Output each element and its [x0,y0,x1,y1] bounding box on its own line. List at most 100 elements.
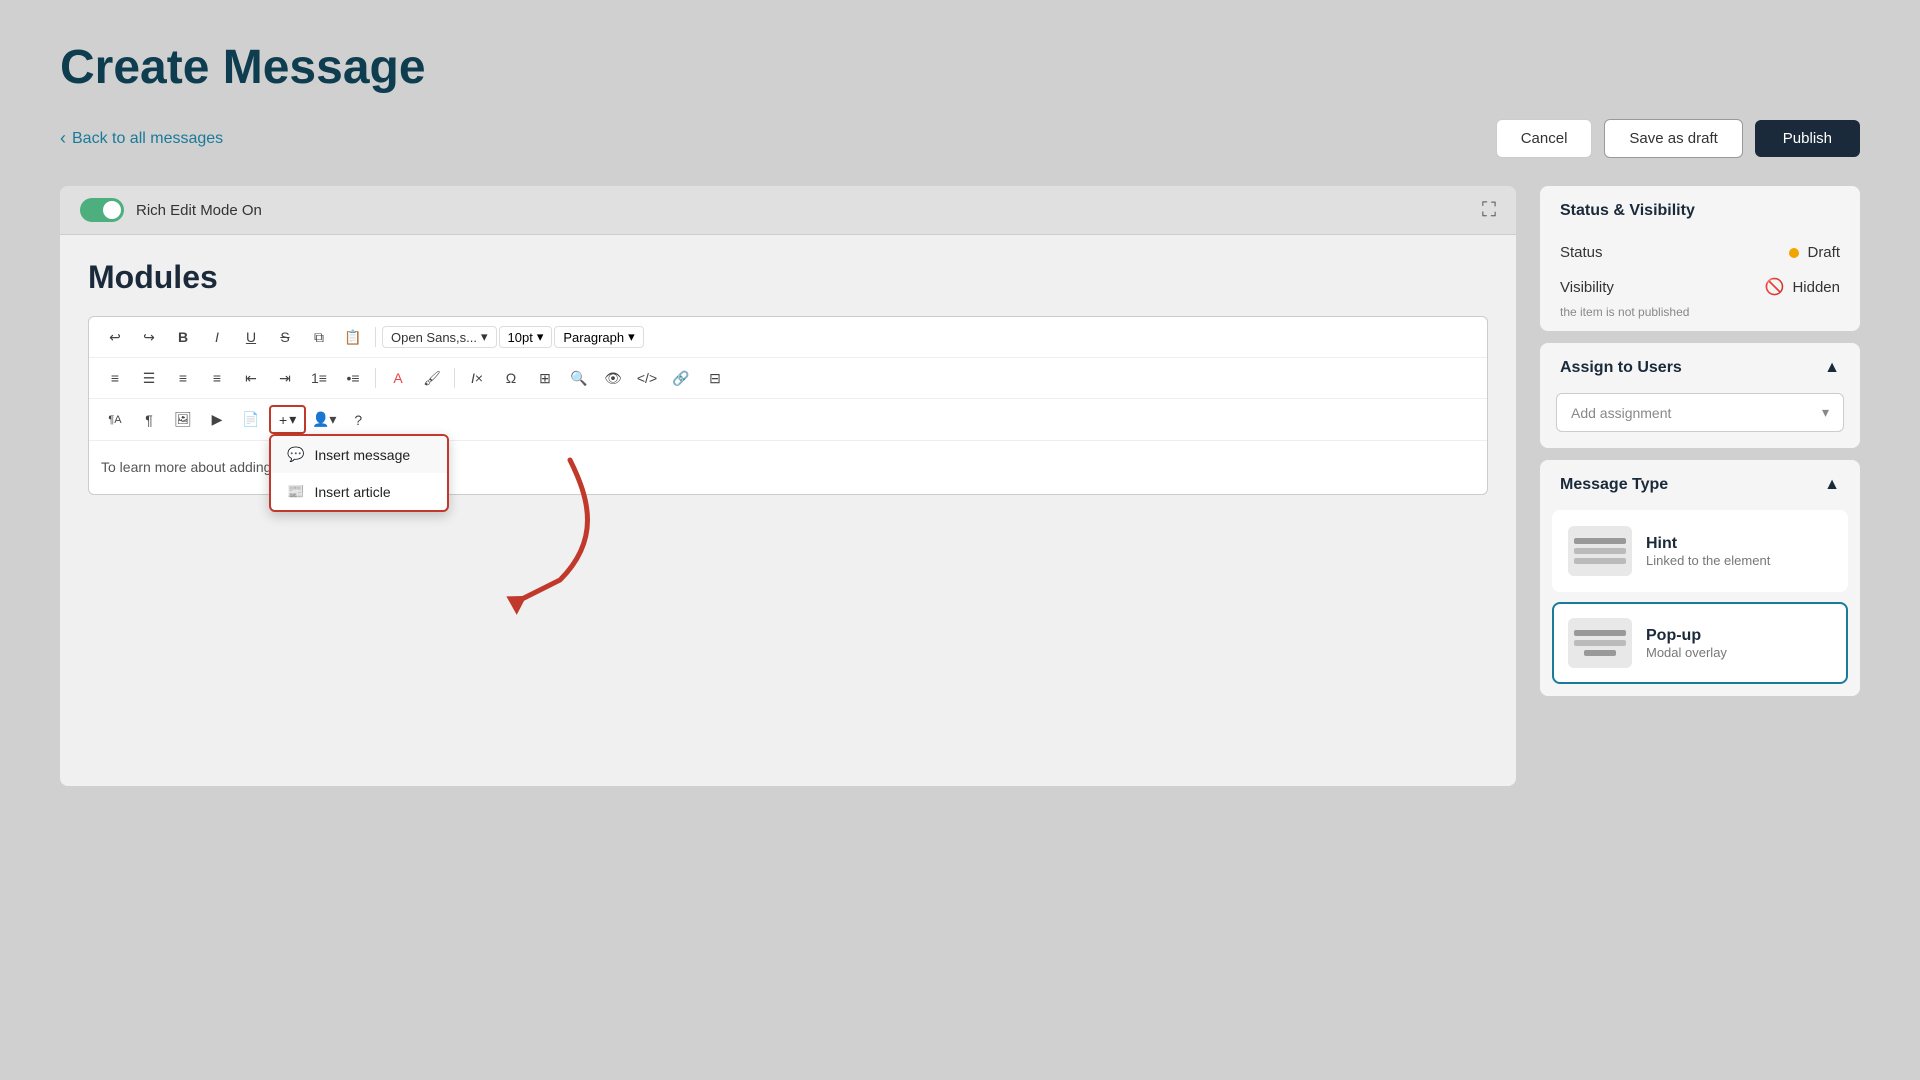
font-chevron-icon: ▾ [481,329,488,345]
ordered-list-button[interactable]: 1≡ [303,364,335,392]
popup-card-icon [1568,618,1632,668]
link-button[interactable]: 🔗 [665,364,697,392]
rich-edit-toggle[interactable] [80,198,124,222]
message-type-title: Message Type [1560,476,1668,494]
underline-button[interactable]: U [235,323,267,351]
page-title: Create Message [60,40,1860,95]
assignment-chevron-icon: ▾ [1822,404,1829,421]
message-type-collapse-icon: ▲ [1824,476,1840,494]
assign-users-content: Add assignment ▾ [1540,393,1860,448]
hint-type-card[interactable]: Hint Linked to the element [1552,510,1848,592]
align-left-button[interactable]: ≡ [99,364,131,392]
status-value: Draft [1789,244,1840,261]
cancel-button[interactable]: Cancel [1496,119,1593,158]
strikethrough-button[interactable]: S [269,323,301,351]
table-button[interactable]: ⊞ [529,364,561,392]
hint-description: Linked to the element [1646,553,1770,568]
insert-plus-button[interactable]: + ▾ [269,405,306,434]
status-visibility-section: Status & Visibility Status Draft Visibil… [1540,186,1860,331]
plus-icon: + [279,412,287,428]
undo-button[interactable]: ↩ [99,323,131,351]
unordered-list-button[interactable]: •≡ [337,364,369,392]
status-row: Status Draft [1540,236,1860,269]
align-center-button[interactable]: ☰ [133,364,165,392]
font-family-selector[interactable]: Open Sans,s... ▾ [382,326,497,348]
hidden-icon: 🚫 [1765,277,1785,297]
publish-button[interactable]: Publish [1755,120,1860,157]
font-size-selector[interactable]: 10pt ▾ [499,326,553,348]
toolbar-row-2: ≡ ☰ ≡ ≡ ⇤ ⇥ 1≡ •≡ A 🖌 I× Ω ⊞ [89,358,1487,399]
status-visibility-header[interactable]: Status & Visibility [1540,186,1860,236]
editor-section-title: Modules [88,259,1488,296]
popup-type-card[interactable]: Pop-up Modal overlay [1552,602,1848,684]
back-link[interactable]: ‹ Back to all messages [60,128,223,149]
chevron-left-icon: ‹ [60,128,66,149]
assign-users-title: Assign to Users [1560,359,1682,377]
plus-chevron-icon: ▾ [289,411,296,428]
save-draft-button[interactable]: Save as draft [1604,119,1742,158]
pilcrow-button[interactable]: ¶ [133,406,165,434]
fullscreen-icon[interactable]: ⛶ [1482,199,1496,222]
paste-format-button[interactable]: 📋 [337,323,369,351]
preview-button[interactable]: 👁 [597,364,629,392]
insert-article-label: Insert article [314,484,390,500]
rich-edit-bar: Rich Edit Mode On ⛶ [60,186,1516,235]
visibility-label: Visibility [1560,279,1614,296]
assign-button[interactable]: 👤▾ [308,406,340,434]
copy-format-button[interactable]: ⧉ [303,323,335,351]
popup-card-text: Pop-up Modal overlay [1646,627,1727,660]
align-right-button[interactable]: ≡ [167,364,199,392]
insert-dropdown-menu: 💬 Insert message 📰 Insert article [269,434,449,512]
video-button[interactable]: ▶ [201,406,233,434]
size-chevron-icon: ▾ [537,329,544,345]
clear-format-button[interactable]: I× [461,364,493,392]
para-chevron-icon: ▾ [628,329,635,345]
insert-message-label: Insert message [314,447,410,463]
search-button[interactable]: 🔍 [563,364,595,392]
message-type-cards: Hint Linked to the element Pop-up [1540,510,1860,696]
assign-collapse-icon: ▲ [1824,359,1840,377]
visibility-hint: the item is not published [1540,305,1860,331]
assign-users-header[interactable]: Assign to Users ▲ [1540,343,1860,393]
special-char-button[interactable]: Ω [495,364,527,392]
visibility-text: Hidden [1792,279,1840,296]
insert-message-item[interactable]: 💬 Insert message [271,436,447,473]
message-type-section: Message Type ▲ Hint Linked to the ele [1540,460,1860,696]
format-select-button[interactable]: ¶A [99,406,131,434]
rich-edit-label: Rich Edit Mode On [136,202,262,219]
outdent-button[interactable]: ⇤ [235,364,267,392]
article-icon: 📰 [287,483,304,500]
image-button[interactable]: 🖼 [167,406,199,434]
hint-label: Hint [1646,535,1770,553]
sidebar-panel: Status & Visibility Status Draft Visibil… [1540,186,1860,696]
toggle-knob [103,201,121,219]
visibility-value: 🚫 Hidden [1765,277,1840,297]
redo-button[interactable]: ↪ [133,323,165,351]
add-assignment-dropdown[interactable]: Add assignment ▾ [1556,393,1844,432]
popup-label: Pop-up [1646,627,1727,645]
message-type-header[interactable]: Message Type ▲ [1540,460,1860,510]
popup-description: Modal overlay [1646,645,1727,660]
document-button[interactable]: 📄 [235,406,267,434]
font-color-button[interactable]: A [382,364,414,392]
source-button[interactable]: </> [631,364,663,392]
status-dot [1789,248,1799,258]
table2-button[interactable]: ⊟ [699,364,731,392]
italic-button[interactable]: I [201,323,233,351]
hint-card-icon [1568,526,1632,576]
indent-button[interactable]: ⇥ [269,364,301,392]
insert-article-item[interactable]: 📰 Insert article [271,473,447,510]
message-icon: 💬 [287,446,304,463]
editor-panel: Rich Edit Mode On ⛶ Modules ↩ ↪ B I U S [60,186,1516,786]
toolbar-row-3: ¶A ¶ 🖼 ▶ 📄 + ▾ [89,399,1487,441]
highlight-button[interactable]: 🖌 [416,364,448,392]
toolbar-container: ↩ ↪ B I U S ⧉ 📋 Open Sans,s... ▾ [88,316,1488,495]
assign-users-section: Assign to Users ▲ Add assignment ▾ [1540,343,1860,448]
paragraph-selector[interactable]: Paragraph ▾ [554,326,643,348]
back-link-label: Back to all messages [72,130,223,148]
toolbar-row-1: ↩ ↪ B I U S ⧉ 📋 Open Sans,s... ▾ [89,317,1487,358]
align-justify-button[interactable]: ≡ [201,364,233,392]
help-button[interactable]: ? [342,406,374,434]
top-actions: Cancel Save as draft Publish [1496,119,1860,158]
bold-button[interactable]: B [167,323,199,351]
